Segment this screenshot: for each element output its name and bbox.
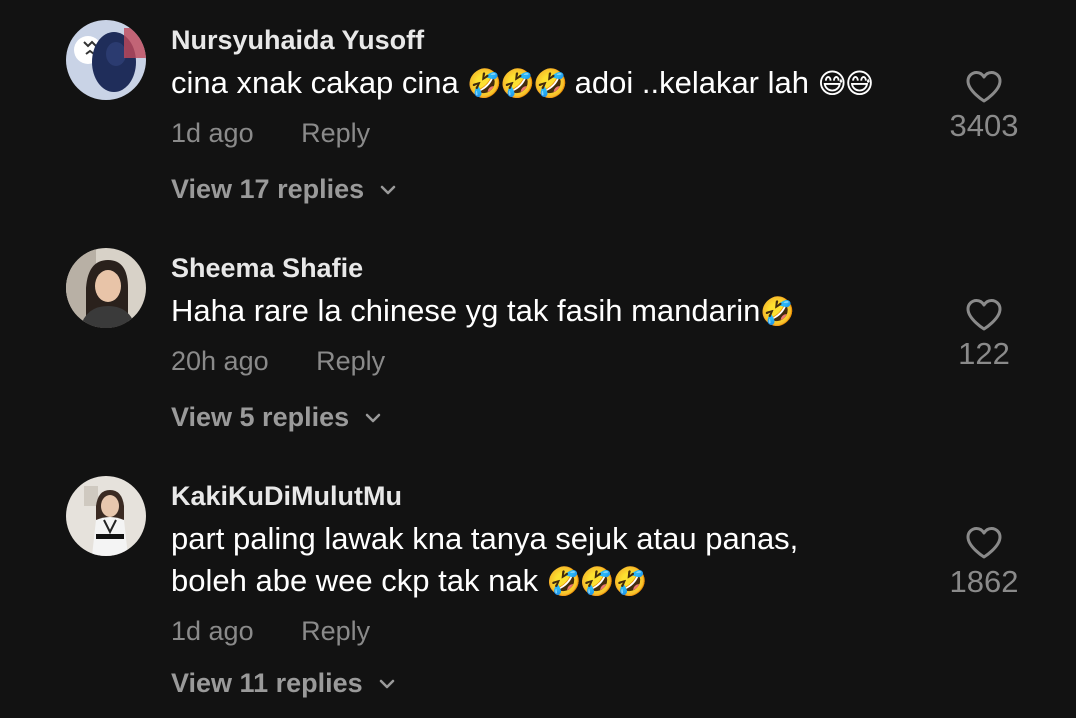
comment-text-line: boleh abe wee ckp tak nak 🤣🤣🤣 <box>171 560 798 603</box>
comment-text-part: Haha rare la chinese yg tak fasih mandar… <box>171 293 761 328</box>
comment-text-part: cina xnak cakap cina <box>171 65 459 100</box>
comment-text: cina xnak cakap cina 🤣🤣🤣 adoi ..kelakar … <box>171 62 874 105</box>
comment-text-part: adoi ..kelakar lah <box>574 65 809 100</box>
avatar[interactable] <box>66 248 146 328</box>
like-control[interactable]: 3403 <box>924 70 1044 144</box>
avatar[interactable] <box>66 476 146 556</box>
like-control[interactable]: 122 <box>924 298 1044 372</box>
heart-icon[interactable] <box>965 298 1003 332</box>
heart-icon[interactable] <box>965 526 1003 560</box>
view-replies-button[interactable]: View 17 replies <box>171 174 396 205</box>
comment-meta: 1d ago Reply <box>171 118 370 149</box>
sweat-smile-emoji: 😅😅 <box>817 67 874 100</box>
reply-button[interactable]: Reply <box>301 118 370 149</box>
chevron-down-icon <box>365 413 381 422</box>
view-replies-button[interactable]: View 5 replies <box>171 402 381 433</box>
like-count: 122 <box>958 336 1010 371</box>
comment-meta: 20h ago Reply <box>171 346 385 377</box>
username[interactable]: KakiKuDiMulutMu <box>171 481 402 512</box>
username[interactable]: Sheema Shafie <box>171 253 363 284</box>
comment-text-line: part paling lawak kna tanya sejuk atau p… <box>171 521 799 556</box>
view-replies-label: View 5 replies <box>171 402 350 432</box>
view-replies-label: View 11 replies <box>171 668 363 698</box>
comment-text: part paling lawak kna tanya sejuk atau p… <box>171 518 798 603</box>
comment-meta: 1d ago Reply <box>171 616 370 647</box>
like-count: 1862 <box>949 564 1019 599</box>
timestamp: 1d ago <box>171 118 254 148</box>
view-replies-label: View 17 replies <box>171 174 365 204</box>
chevron-down-icon <box>380 185 396 194</box>
username[interactable]: Nursyuhaida Yusoff <box>171 25 424 56</box>
laughing-emoji: 🤣 <box>760 295 795 328</box>
view-replies-button[interactable]: View 11 replies <box>171 668 395 699</box>
reply-button[interactable]: Reply <box>316 346 385 377</box>
avatar[interactable] <box>66 20 146 100</box>
like-control[interactable]: 1862 <box>924 526 1044 600</box>
comment-text: Haha rare la chinese yg tak fasih mandar… <box>171 290 795 333</box>
timestamp: 20h ago <box>171 346 269 376</box>
timestamp: 1d ago <box>171 616 254 646</box>
laughing-emoji: 🤣🤣🤣 <box>546 565 648 598</box>
comment-text-part: boleh abe wee ckp tak nak <box>171 563 539 598</box>
reply-button[interactable]: Reply <box>301 616 370 647</box>
laughing-emoji: 🤣🤣🤣 <box>467 67 568 100</box>
like-count: 3403 <box>949 108 1019 143</box>
chevron-down-icon <box>379 679 394 688</box>
heart-icon[interactable] <box>965 70 1003 104</box>
